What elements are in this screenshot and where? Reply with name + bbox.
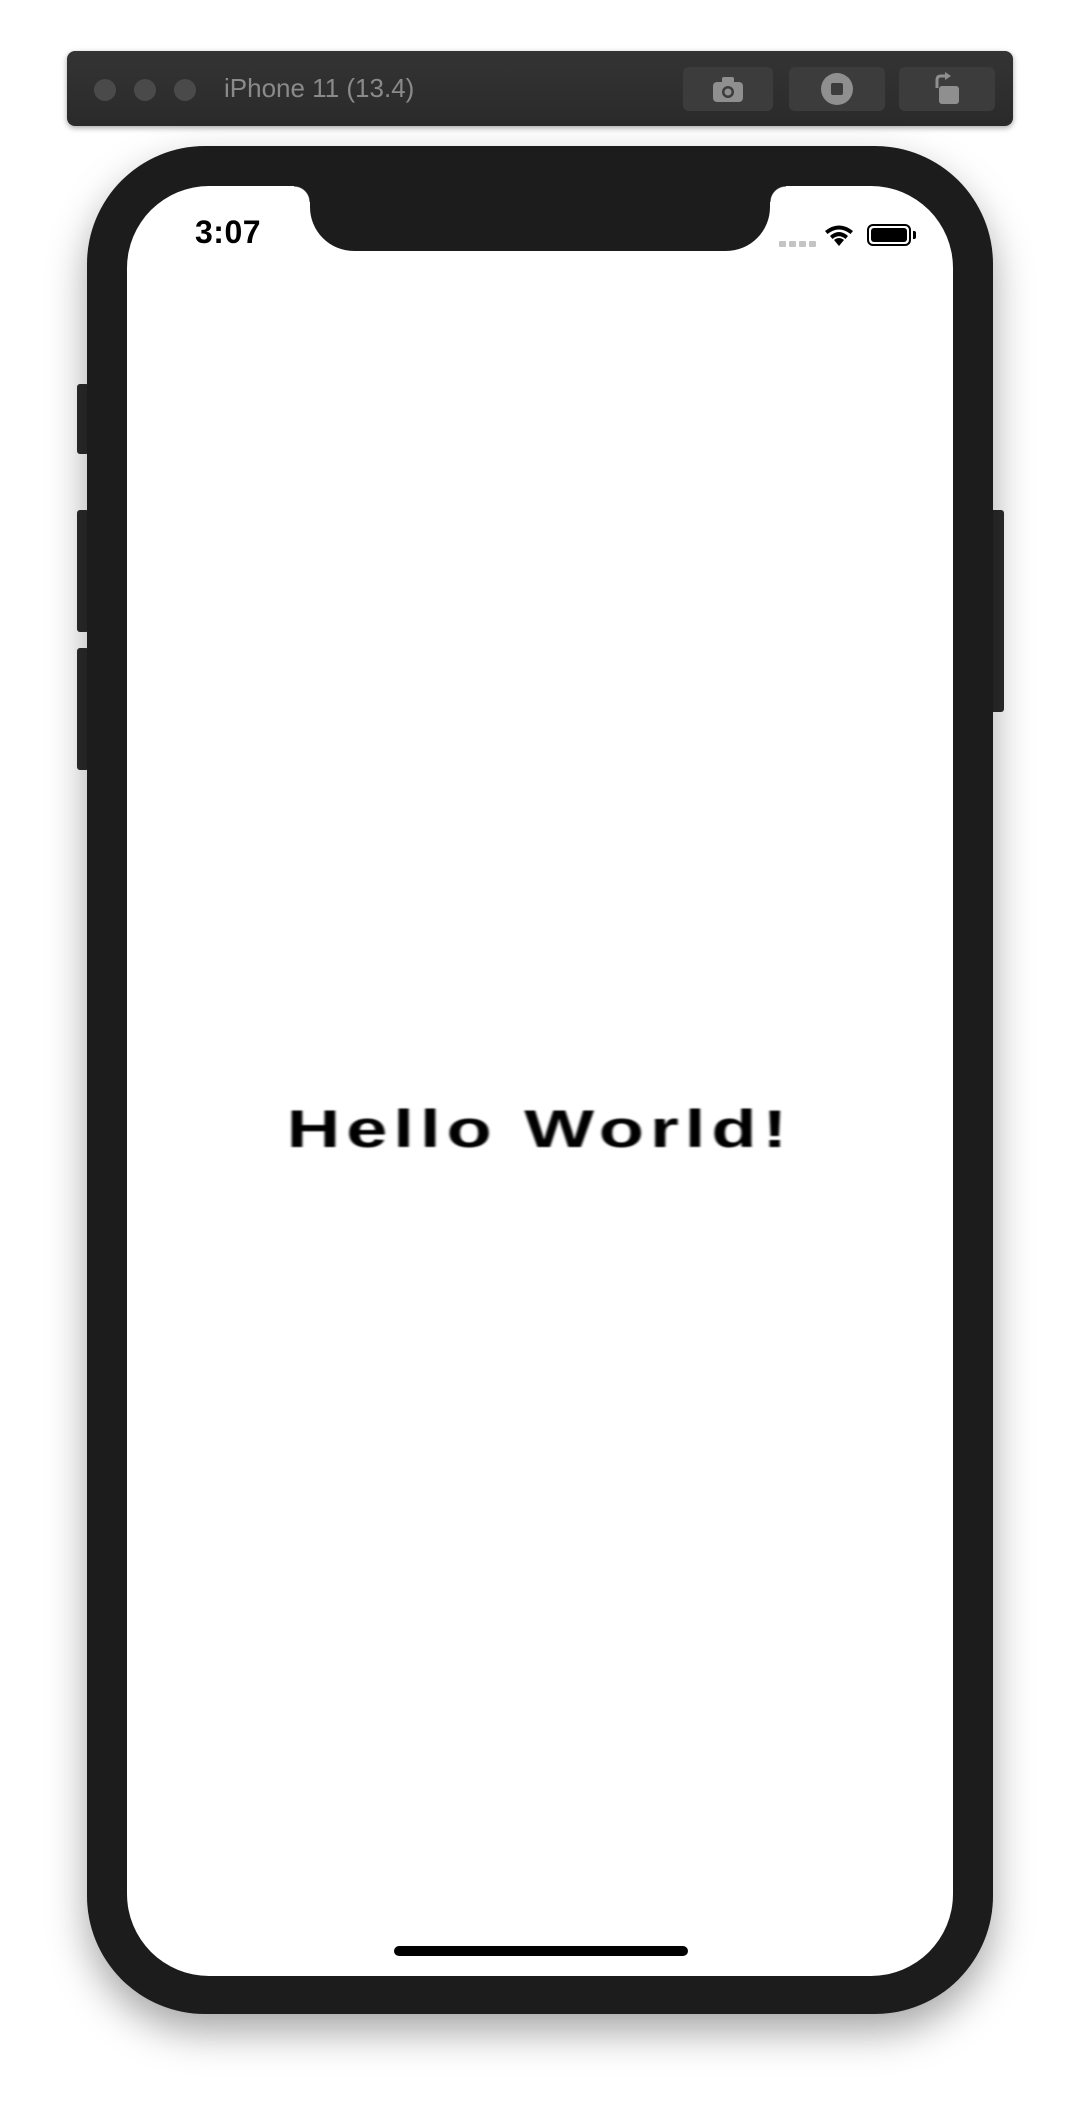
screenshot-button[interactable] (683, 67, 773, 111)
camera-icon (713, 77, 743, 102)
rotate-button[interactable] (899, 67, 995, 111)
battery-cap (913, 231, 916, 239)
zoom-window-button[interactable] (174, 79, 196, 101)
home-indicator[interactable] (394, 1946, 688, 1956)
notch (294, 186, 786, 251)
stop-icon (821, 73, 853, 105)
simulator-title: iPhone 11 (13.4) (224, 73, 415, 103)
device-screen[interactable]: 3:07 Hello World! (127, 186, 953, 1976)
wifi-icon (825, 225, 853, 246)
status-bar-time: 3:07 (195, 214, 262, 250)
rotate-icon (935, 72, 959, 104)
simulator-window: iPhone 11 (13.4) 3:07 Hello World! (0, 0, 1080, 2102)
iphone-device-frame: 3:07 Hello World! (87, 146, 993, 2014)
signal-dots-icon (779, 241, 816, 247)
hello-world-label: Hello World! (286, 1098, 794, 1159)
minimize-window-button[interactable] (134, 79, 156, 101)
home-button[interactable] (789, 67, 885, 111)
close-window-button[interactable] (94, 79, 116, 101)
simulator-titlebar: iPhone 11 (13.4) (67, 51, 1013, 126)
battery-icon (867, 224, 911, 246)
